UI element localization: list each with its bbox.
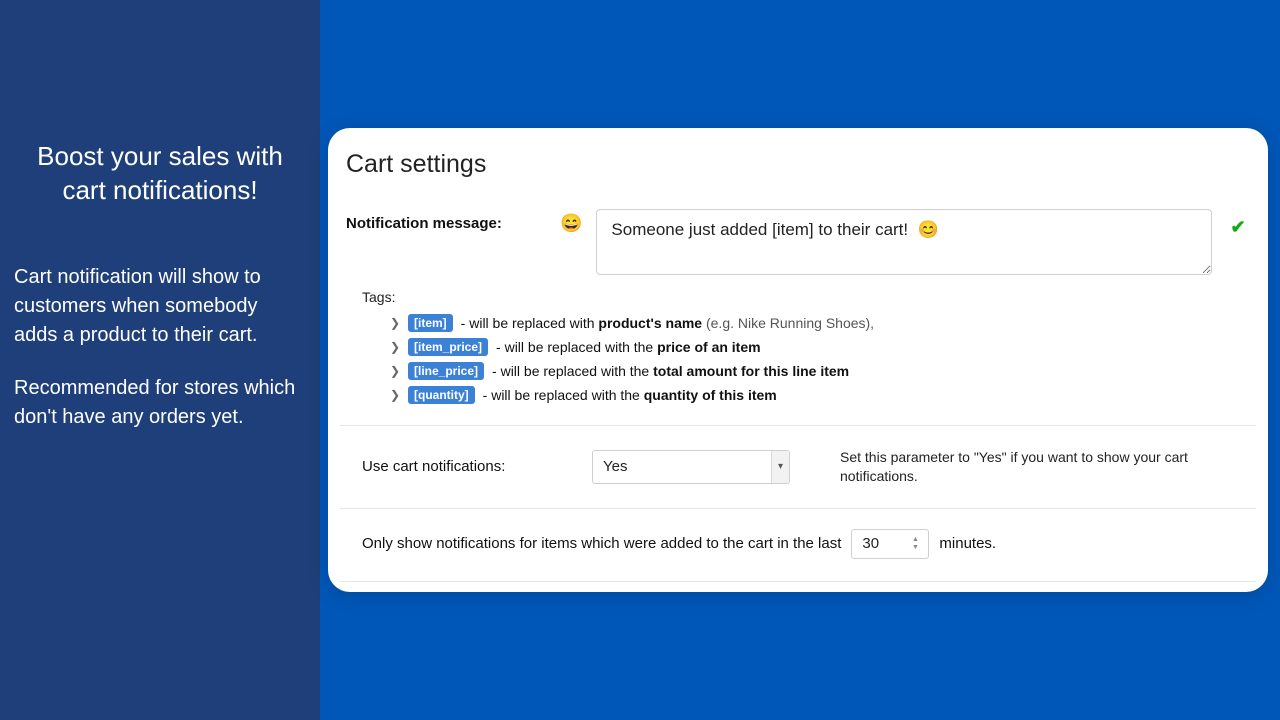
tag-description: - will be replaced with the price of an … <box>496 339 761 355</box>
tag-row-item: ❯ [item] - will be replaced with product… <box>362 311 1256 335</box>
use-cart-notifications-help: Set this parameter to "Yes" if you want … <box>840 448 1200 486</box>
tag-description: - will be replaced with product's name (… <box>461 315 874 331</box>
use-cart-notifications-select-wrap: Yes ▾ <box>592 450 790 484</box>
notification-message-label: Notification message: <box>346 209 546 232</box>
use-cart-notifications-label: Use cart notifications: <box>362 458 572 475</box>
promo-paragraph-2: Recommended for stores which don't have … <box>14 374 306 432</box>
tag-pill[interactable]: [line_price] <box>408 362 484 380</box>
time-window-row: Only show notifications for items which … <box>340 509 1256 581</box>
divider <box>340 581 1256 582</box>
chevron-right-icon: ❯ <box>390 388 400 402</box>
promo-paragraph-1: Cart notification will show to customers… <box>14 263 306 350</box>
notification-message-input[interactable] <box>596 209 1212 275</box>
chevron-right-icon: ❯ <box>390 316 400 330</box>
saved-check-icon: ✔ <box>1226 209 1250 238</box>
tag-row-item-price: ❯ [item_price] - will be replaced with t… <box>362 335 1256 359</box>
promo-heading: Boost your sales with cart notifications… <box>14 140 306 208</box>
time-window-prefix: Only show notifications for items which … <box>362 535 841 552</box>
tag-pill[interactable]: [quantity] <box>408 386 475 404</box>
tag-pill[interactable]: [item] <box>408 314 453 332</box>
tag-row-quantity: ❯ [quantity] - will be replaced with the… <box>362 383 1256 407</box>
tag-description: - will be replaced with the quantity of … <box>483 387 777 403</box>
tags-title: Tags: <box>362 289 1256 305</box>
use-cart-notifications-select[interactable]: Yes <box>592 450 790 484</box>
promo-sidebar: Boost your sales with cart notifications… <box>0 0 320 720</box>
tag-pill[interactable]: [item_price] <box>408 338 488 356</box>
main-area: Cart settings Notification message: 😄 ✔ … <box>320 0 1280 720</box>
chevron-right-icon: ❯ <box>390 340 400 354</box>
tag-row-line-price: ❯ [line_price] - will be replaced with t… <box>362 359 1256 383</box>
time-window-suffix: minutes. <box>939 535 996 552</box>
number-stepper-icon[interactable]: ▲▼ <box>905 532 925 556</box>
emoji-picker-button[interactable]: 😄 <box>560 209 582 234</box>
tag-description: - will be replaced with the total amount… <box>492 363 849 379</box>
tags-help-block: Tags: ❯ [item] - will be replaced with p… <box>340 289 1256 425</box>
chevron-right-icon: ❯ <box>390 364 400 378</box>
notification-message-row: Notification message: 😄 ✔ <box>340 209 1256 289</box>
use-cart-notifications-row: Use cart notifications: Yes ▾ Set this p… <box>340 426 1256 508</box>
cart-settings-panel: Cart settings Notification message: 😄 ✔ … <box>328 128 1268 592</box>
panel-title: Cart settings <box>346 150 1256 179</box>
